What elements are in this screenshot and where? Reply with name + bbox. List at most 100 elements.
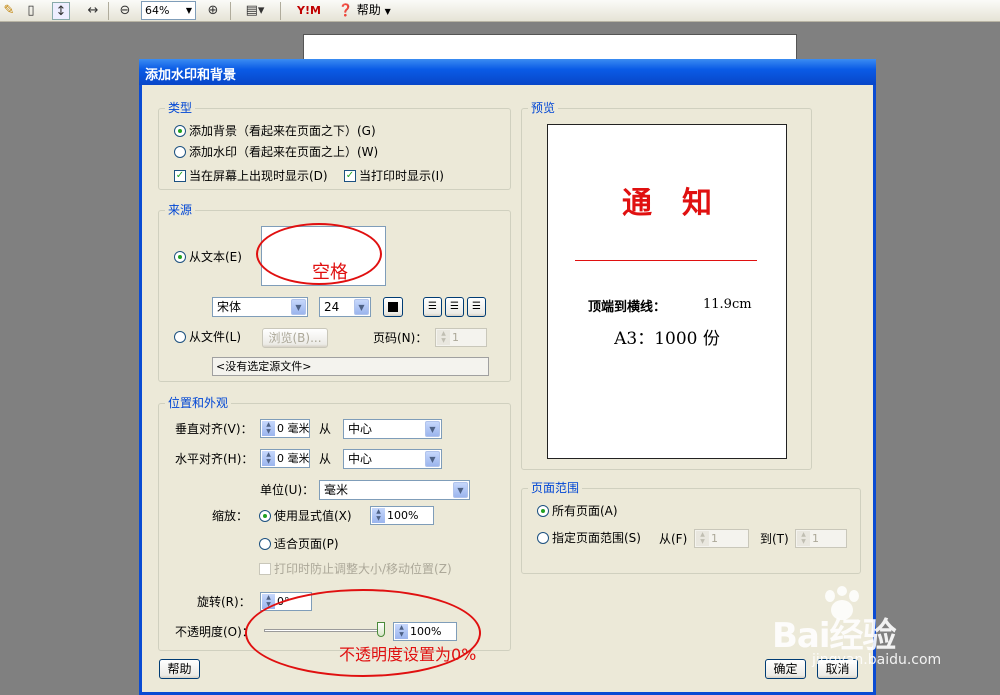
browse-button[interactable]: 浏览(B)... [262, 328, 328, 348]
help-button[interactable]: 帮助 [159, 659, 200, 679]
range-to-stepper[interactable]: ▲ ▼ 1 [795, 529, 847, 548]
toolbar-separator [108, 2, 109, 20]
vertical-offset-value: 0 毫米 [277, 422, 310, 435]
chevron-down-icon[interactable]: ▼ [354, 299, 369, 315]
zoom-in-icon[interactable]: ⊕ [204, 2, 222, 20]
show-on-print-checkbox[interactable]: ✓ [344, 170, 356, 182]
watermark-radio-label[interactable]: 添加水印（看起来在页面之上）(W) [189, 145, 378, 159]
chevron-down-icon[interactable]: ▼ [183, 2, 195, 19]
toolbar-separator [230, 2, 231, 20]
chevron-down-icon[interactable]: ▼ [425, 421, 440, 437]
all-pages-label[interactable]: 所有页面(A) [552, 504, 618, 518]
from-file-radio[interactable] [174, 331, 186, 343]
font-value: 宋体 [217, 300, 242, 314]
scale-stepper[interactable]: ▲ ▼ 100% [370, 506, 434, 525]
background-radio-label[interactable]: 添加背景（看起来在页面之下）(G) [189, 124, 376, 138]
watermark-brand: Bai经验 [772, 616, 897, 656]
preview-paper-line: A3：1000 份 [614, 329, 720, 349]
vertical-from-label: 从 [319, 422, 332, 436]
stepper-arrows-icon[interactable]: ▲ ▼ [797, 531, 810, 546]
from-text-label[interactable]: 从文本(E) [189, 250, 242, 264]
chevron-down-icon: ▼ [384, 7, 391, 16]
range-to-value: 1 [812, 532, 819, 545]
align-center-button[interactable]: ☰ [445, 297, 464, 317]
fit-width-icon[interactable]: ↔ [84, 2, 102, 20]
font-select[interactable]: 宋体 ▼ [212, 297, 308, 317]
vertical-from-select[interactable]: 中心 ▼ [343, 419, 442, 439]
from-file-label[interactable]: 从文件(L) [189, 330, 241, 344]
page-range-legend: 页面范围 [528, 481, 583, 495]
page-number-value: 1 [452, 331, 459, 344]
align-right-button[interactable]: ☰ [467, 297, 486, 317]
chevron-down-icon[interactable]: ▼ [291, 299, 306, 315]
range-from-stepper[interactable]: ▲ ▼ 1 [694, 529, 749, 548]
font-size-select[interactable]: 24 ▼ [319, 297, 371, 317]
preview-line-value: 11.9cm [703, 297, 752, 312]
prevent-resize-checkbox[interactable] [259, 563, 271, 575]
stepper-arrows-icon[interactable]: ▲ ▼ [372, 508, 385, 523]
chevron-down-icon[interactable]: ▼ [425, 451, 440, 467]
horizontal-offset-stepper[interactable]: ▲ ▼ 0 毫米 [260, 449, 310, 468]
color-swatch-icon [388, 302, 398, 312]
help-menu-button[interactable]: ❓ 帮助 ▼ [338, 1, 396, 20]
align-left-button[interactable]: ☰ [423, 297, 442, 317]
from-text-radio[interactable] [174, 251, 186, 263]
align-center-icon: ☰ [450, 301, 459, 312]
background-radio[interactable] [174, 125, 186, 137]
vertical-align-label: 垂直对齐(V)： [175, 422, 253, 436]
all-pages-radio[interactable] [537, 505, 549, 517]
prevent-resize-label[interactable]: 打印时防止调整大小/移动位置(Z) [274, 562, 452, 576]
fit-page-label[interactable]: 适合页面(P) [274, 537, 339, 551]
use-explicit-value-radio[interactable] [259, 510, 271, 522]
zoom-combo[interactable]: 64% ▼ [141, 1, 196, 20]
watermark-url: jingyan.baidu.com [812, 652, 942, 668]
fit-page-radio[interactable] [259, 538, 271, 550]
brand-icon[interactable]: Y!M [290, 2, 328, 20]
show-on-print-label[interactable]: 当打印时显示(I) [359, 169, 444, 183]
source-group-legend: 来源 [165, 203, 196, 217]
source-file-display: <没有选定源文件> [212, 357, 489, 376]
use-explicit-value-label[interactable]: 使用显式值(X) [274, 509, 352, 523]
align-right-icon: ☰ [472, 301, 481, 312]
stepper-arrows-icon[interactable]: ▲ ▼ [696, 531, 709, 546]
stepper-arrows-icon[interactable]: ▲ ▼ [437, 330, 450, 345]
opacity-label: 不透明度(O)： [175, 625, 254, 639]
watermark-radio[interactable] [174, 146, 186, 158]
font-size-value: 24 [324, 300, 340, 314]
horizontal-from-label: 从 [319, 452, 332, 466]
rotate-label: 旋转(R)： [197, 595, 251, 609]
text-color-button[interactable] [383, 297, 403, 317]
range-from-value: 1 [711, 532, 718, 545]
show-on-screen-label[interactable]: 当在屏幕上出现时显示(D) [189, 169, 328, 183]
range-from-label: 从(F) [659, 532, 688, 546]
dialog-title: 添加水印和背景 [145, 68, 237, 83]
zoom-out-icon[interactable]: ⊖ [116, 2, 134, 20]
watermark-background-dialog: 添加水印和背景 类型 添加背景（看起来在页面之下）(G) 添加水印（看起来在页面… [139, 59, 876, 695]
unit-select[interactable]: 毫米 ▼ [319, 480, 470, 500]
horizontal-from-value: 中心 [348, 452, 373, 466]
fit-height-icon[interactable]: ↕ [52, 2, 70, 20]
type-group: 类型 添加背景（看起来在页面之下）(G) 添加水印（看起来在页面之上）(W) ✓… [158, 101, 511, 190]
type-group-legend: 类型 [165, 101, 196, 115]
vertical-offset-stepper[interactable]: ▲ ▼ 0 毫米 [260, 419, 310, 438]
horizontal-from-select[interactable]: 中心 ▼ [343, 449, 442, 469]
page-number-stepper[interactable]: ▲ ▼ 1 [435, 328, 487, 347]
page-icon[interactable]: ▯ [22, 2, 40, 20]
stepper-arrows-icon[interactable]: ▲ ▼ [262, 451, 275, 466]
range-to-label: 到(T) [760, 532, 789, 546]
horizontal-offset-value: 0 毫米 [277, 452, 310, 465]
stepper-arrows-icon[interactable]: ▲ ▼ [262, 421, 275, 436]
unit-value: 毫米 [324, 483, 349, 497]
annotation-opacity-note: 不透明度设置为0% [339, 645, 477, 664]
align-left-icon: ☰ [428, 301, 437, 312]
scale-label: 缩放： [212, 509, 249, 523]
chevron-down-icon[interactable]: ▼ [453, 482, 468, 498]
specify-range-radio[interactable] [537, 532, 549, 544]
help-icon: ❓ [338, 3, 353, 17]
toolbar-separator [280, 2, 281, 20]
specify-range-label[interactable]: 指定页面范围(S) [552, 531, 641, 545]
pencil-icon[interactable]: ✎ [0, 2, 18, 20]
page-tools-icon[interactable]: ▤▾ [240, 2, 270, 20]
dialog-titlebar[interactable]: 添加水印和背景 [139, 59, 876, 85]
show-on-screen-checkbox[interactable]: ✓ [174, 170, 186, 182]
